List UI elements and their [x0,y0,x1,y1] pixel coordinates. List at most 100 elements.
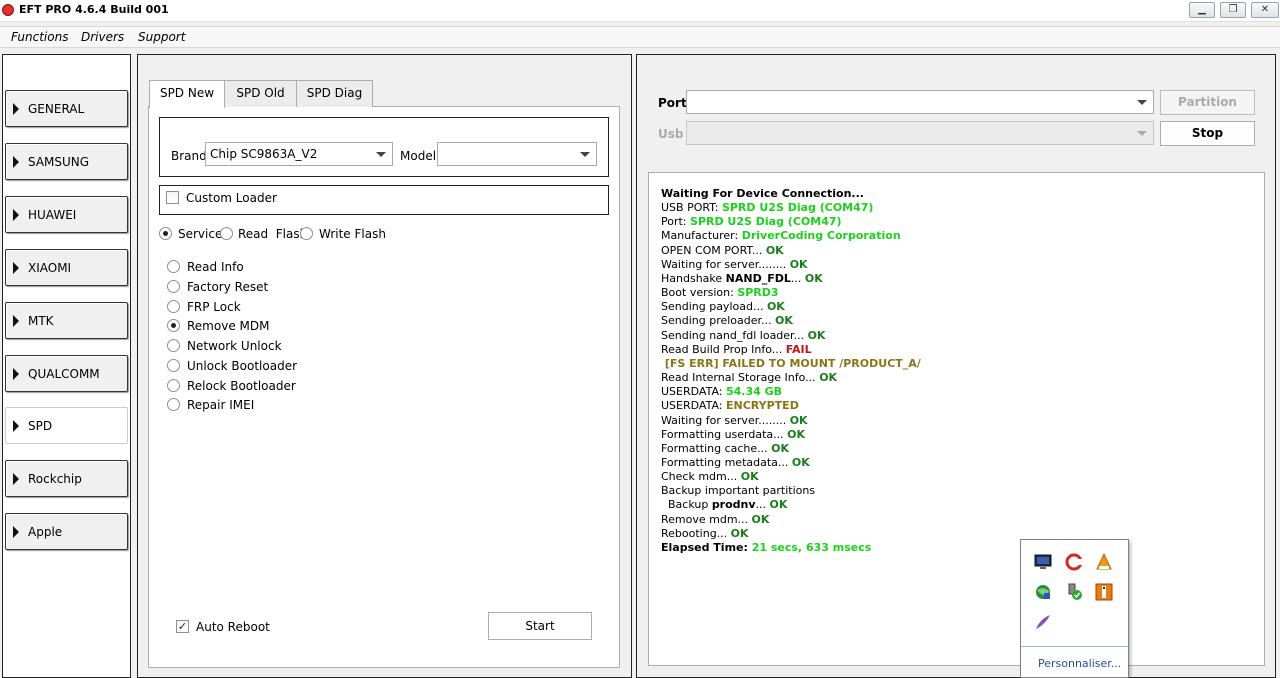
port-select[interactable] [686,90,1154,114]
log-ok-status: OK [771,441,790,455]
op-repair-imei-radio[interactable] [167,398,180,411]
log-ok-status: OK [819,371,838,385]
partition-button[interactable]: Partition [1160,90,1255,115]
expand-arrow-icon [13,156,19,168]
expand-arrow-icon [13,368,19,380]
feather-icon[interactable] [1034,613,1052,631]
op-read-info-label: Read Info [187,260,244,274]
op-relock-bootloader-label: Relock Bootloader [187,379,296,393]
mode-read-flash-radio[interactable] [220,227,233,240]
sidebar-item-label: MTK [28,314,54,328]
log-line-label: Read Build Prop Info... [661,342,786,356]
minimize-button[interactable]: ▁ [1189,2,1215,18]
op-factory-reset-label: Factory Reset [187,280,269,294]
op-frp-lock-radio[interactable] [167,300,180,313]
auto-reboot-checkbox[interactable]: ✓ [176,620,189,633]
chevron-down-icon [580,152,590,157]
log-ok-status: OK [787,427,806,441]
log-line-label: OPEN COM PORT... [661,243,766,257]
sidebar-item-samsung[interactable]: SAMSUNG [5,143,128,180]
log-line-value: SPRD U2S Diag (COM47) [690,215,842,229]
op-repair-imei-label: Repair IMEI [187,398,255,412]
expand-arrow-icon [13,209,19,221]
close-button[interactable]: ✕ [1251,2,1279,18]
log-line-label: Waiting for server........ [661,413,790,427]
log-line-value: SPRD U2S Diag (COM47) [721,201,874,215]
sidebar-item-mtk[interactable]: MTK [5,302,128,339]
chevron-down-icon [1137,131,1147,136]
menu-bar: Functions Drivers Support [0,26,1280,48]
custom-loader-label: Custom Loader [186,191,277,205]
expand-arrow-icon [13,262,19,274]
op-network-unlock-radio[interactable] [167,339,180,352]
tab-spd-diag[interactable]: SPD Diag [296,80,373,107]
expand-arrow-icon [13,315,19,327]
op-remove-mdm-radio[interactable] [167,319,180,332]
usb-select[interactable] [686,121,1154,145]
sidebar-item-apple[interactable]: Apple [5,513,128,550]
log-line-label: USB PORT: [661,201,722,215]
log-ok-status: OK [804,271,823,285]
log-line-label: ... [790,271,805,285]
sidebar-item-qualcomm[interactable]: QUALCOMM [5,355,128,392]
log-line-label: Read Internal Storage Info... [661,371,820,385]
op-read-info-radio[interactable] [167,260,180,273]
custom-loader-checkbox[interactable] [166,191,179,204]
log-line-value: ENCRYPTED [725,399,799,413]
log-ok-status: OK [751,512,770,526]
usb-label: Usb [658,127,684,141]
restore-button[interactable]: ❐ [1220,2,1246,18]
mode-write-flash-label: Write Flash [319,227,386,241]
tray-separator [1021,646,1128,647]
sidebar-item-rockchip[interactable]: Rockchip [5,460,128,497]
menu-functions[interactable]: Functions [11,30,68,44]
op-unlock-bootloader-radio[interactable] [167,359,180,372]
log-line-value: SPRD3 [737,286,779,300]
sidebar-item-spd[interactable]: SPD [5,407,128,444]
log-line-label: Handshake [661,271,726,285]
log-line-label: Rebooting... [661,526,731,540]
stop-button[interactable]: Stop [1160,121,1255,146]
op-relock-bootloader-radio[interactable] [167,379,180,392]
log-line-label: Elapsed Time: [661,540,752,554]
chevron-down-icon [376,152,386,157]
ccleaner-icon[interactable] [1065,553,1083,571]
menu-support[interactable]: Support [138,30,185,44]
vlc-icon[interactable] [1095,553,1113,571]
log-line-value: NAND_FDL [725,271,791,285]
log-line-label: Formatting cache... [661,441,772,455]
log-line-label: Boot version: [661,286,738,300]
sidebar-item-general[interactable]: GENERAL [5,90,128,127]
start-button[interactable]: Start [488,612,592,640]
op-factory-reset-radio[interactable] [167,280,180,293]
menu-drivers[interactable]: Drivers [81,30,124,44]
port-label: Port [658,96,687,110]
customize-tray-link[interactable]: Personnaliser... [1038,657,1121,670]
app-logo-icon [2,4,14,16]
tab-spd-old[interactable]: SPD Old [224,80,297,107]
log-fail-status: FAIL [785,342,812,356]
brand-select[interactable]: Chip SC9863A_V2 [205,142,393,166]
sidebar-item-label: XIAOMI [28,261,72,275]
op-network-unlock-label: Network Unlock [187,339,282,353]
sidebar-item-xiaomi[interactable]: XIAOMI [5,249,128,286]
title-bar: EFT PRO 4.6.4 Build 001 ▁ ❐ ✕ [0,0,1280,22]
network-globe-icon[interactable] [1034,583,1052,601]
log-ok-status: OK [791,455,810,469]
usb-safe-remove-icon[interactable] [1065,583,1083,601]
model-select[interactable] [437,142,597,166]
monitor-icon[interactable] [1034,553,1052,571]
log-line-label: Sending payload... [661,300,767,314]
tab-spd-new[interactable]: SPD New [149,80,225,108]
auto-reboot-label: Auto Reboot [196,620,270,634]
log-line-label: Waiting for server........ [661,257,790,271]
brand-sidebar: GENERAL SAMSUNG HUAWEI XIAOMI MTK QUALCO… [2,54,131,678]
archive-icon[interactable] [1095,583,1113,601]
expand-arrow-icon [13,103,19,115]
mode-write-flash-radio[interactable] [300,227,313,240]
sidebar-item-huawei[interactable]: HUAWEI [5,196,128,233]
sidebar-item-label: QUALCOMM [28,367,100,381]
op-remove-mdm-label: Remove MDM [187,319,270,333]
log-ok-status: OK [769,498,788,512]
mode-service-radio[interactable] [159,227,172,240]
